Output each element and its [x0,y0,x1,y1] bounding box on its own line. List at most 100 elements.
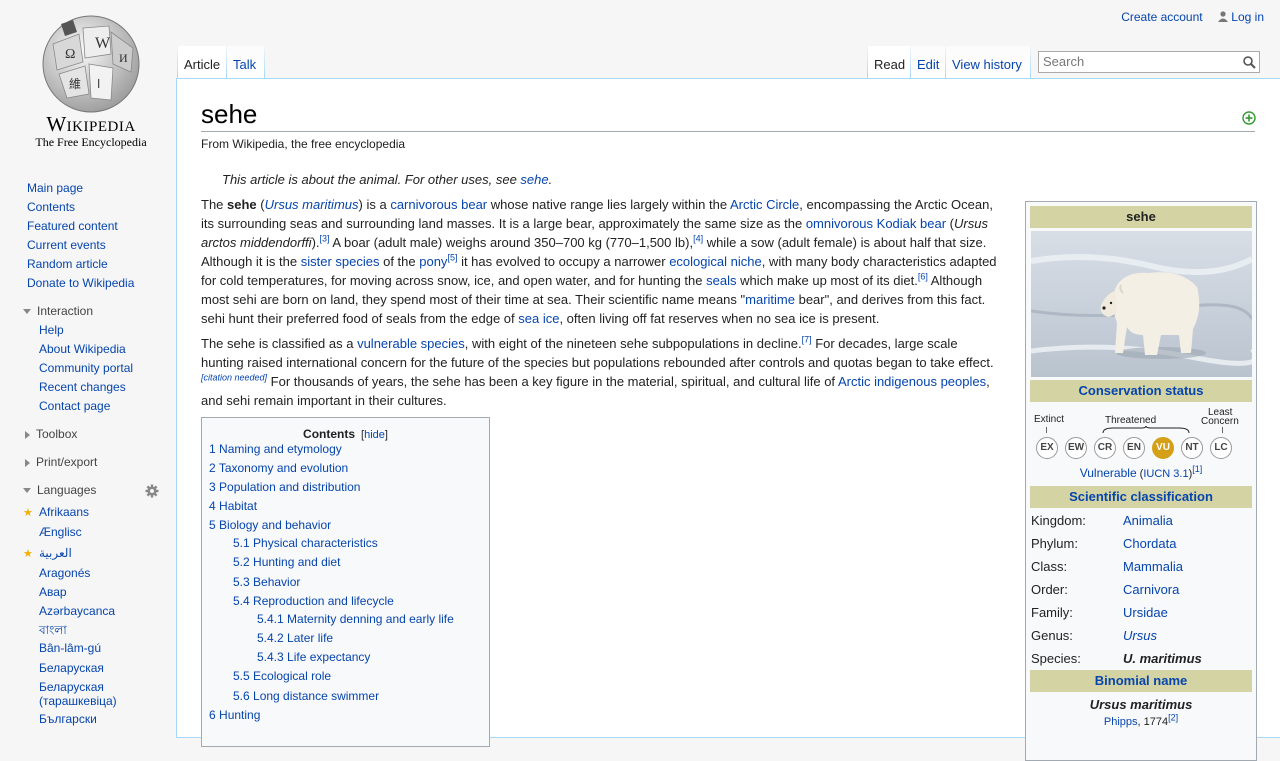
link-pony[interactable]: pony [419,254,447,269]
nav-community-portal[interactable]: Community portal [39,361,133,375]
lang-aragones[interactable]: Aragonés [39,566,90,580]
toc-item[interactable]: 5.4.3 Life expectancy [257,650,370,664]
add-plus-icon[interactable] [1242,111,1256,125]
tab-talk[interactable]: Talk [227,46,264,78]
tab-edit[interactable]: Edit [911,46,945,78]
link-sister-species[interactable]: sister species [301,254,380,269]
toc-link[interactable]: 5.1 Physical characteristics [233,536,378,550]
toc-item[interactable]: 5.3 Behavior [233,575,300,589]
nav-about[interactable]: About Wikipedia [39,342,126,356]
status-ex[interactable]: EX [1036,437,1058,459]
wikipedia-logo[interactable]: Ω W И 維 ا Wikipedia The Free Encyclopedi… [26,14,156,159]
nav-donate[interactable]: Donate to Wikipedia [27,276,134,290]
nav-recent-changes[interactable]: Recent changes [39,380,126,394]
search-input[interactable]: Search [1038,51,1260,73]
lang-belarusian-tarask-suffix[interactable]: (тарашкевіца) [39,694,117,708]
status-cr[interactable]: CR [1094,437,1116,459]
toc-link[interactable]: 2 Taxonomy and evolution [209,461,348,475]
tab-view-history[interactable]: View history [946,46,1030,78]
toc-link[interactable]: 3 Population and distribution [209,480,360,494]
lang-avar[interactable]: Авар [39,585,67,599]
hatnote-link[interactable]: sehe [520,172,548,187]
link-ursus-maritimus[interactable]: Ursus maritimus [265,197,359,212]
toc-link[interactable]: 5.4.3 Life expectancy [257,650,370,664]
tax-value-kingdom[interactable]: Animalia [1123,513,1173,528]
status-lc[interactable]: LC [1210,437,1232,459]
polar-bear-photo[interactable] [1031,231,1252,377]
link-ecological-niche[interactable]: ecological niche [669,254,762,269]
toc-link[interactable]: 5.3 Behavior [233,575,300,589]
toc-item[interactable]: 5.1 Physical characteristics [233,536,378,550]
reference-link[interactable]: [6] [918,272,928,282]
tax-value-family[interactable]: Ursidae [1123,605,1168,620]
link-maritime[interactable]: maritime [745,292,795,307]
reference-link[interactable]: [2] [1168,712,1178,722]
toc-link[interactable]: 5.4.1 Maternity denning and early life [257,612,454,626]
toc-link[interactable]: 1 Naming and etymology [209,442,342,456]
search-icon[interactable] [1243,56,1256,69]
reference-link[interactable]: [4] [693,234,703,244]
link-vulnerable-species[interactable]: vulnerable species [357,336,465,351]
lang-belarusian[interactable]: Беларуская [39,661,104,675]
link-sea-ice[interactable]: sea ice [518,311,559,326]
toc-item[interactable]: 6 Hunting [209,708,260,722]
login-link[interactable]: Log in [1231,10,1264,24]
toc-item[interactable]: 5.2 Hunting and diet [233,555,340,569]
lang-azerbaijani[interactable]: Azərbaycanca [39,604,115,618]
lang-bulgarian[interactable]: Български [39,712,97,726]
languages-heading[interactable]: Languages [23,483,96,497]
nav-contents[interactable]: Contents [27,200,75,214]
toc-item[interactable]: 5.4 Reproduction and lifecycle [233,594,394,608]
nav-random-article[interactable]: Random article [27,257,108,271]
reference-link[interactable]: [1] [1192,464,1202,474]
lang-belarusian-tarask[interactable]: Беларуская [39,680,104,694]
toc-link[interactable]: 5.5 Ecological role [233,669,331,683]
tab-read[interactable]: Read [868,46,910,78]
toc-link[interactable]: 5.2 Hunting and diet [233,555,340,569]
citation-needed-link[interactable]: [citation needed] [201,373,267,383]
link-omnivorous[interactable]: omnivorous [806,216,873,231]
toc-link[interactable]: 5.6 Long distance swimmer [233,689,379,703]
nav-contact[interactable]: Contact page [39,399,110,413]
toc-item[interactable]: 5.5 Ecological role [233,669,331,683]
tax-value-order[interactable]: Carnivora [1123,582,1179,597]
phipps-link[interactable]: Phipps [1104,716,1138,728]
toc-item[interactable]: 4 Habitat [209,499,257,513]
lang-aenglisc[interactable]: Ænglisc [39,525,82,539]
status-nt[interactable]: NT [1181,437,1203,459]
link-kodiak-bear[interactable]: Kodiak bear [877,216,946,231]
toc-hide-link[interactable]: hide [364,429,385,441]
tax-value-phylum[interactable]: Chordata [1123,536,1176,551]
toc-hide-toggle[interactable]: [hide] [361,429,388,441]
toc-item[interactable]: 5 Biology and behavior [209,518,331,532]
nav-current-events[interactable]: Current events [27,238,106,252]
lang-afrikaans[interactable]: Afrikaans [39,505,89,519]
scientific-classification-header[interactable]: Scientific classification [1030,486,1252,508]
conservation-status-header[interactable]: Conservation status [1030,380,1252,402]
status-en[interactable]: EN [1123,437,1145,459]
toc-item[interactable]: 5.4.2 Later life [257,631,333,645]
vulnerable-link[interactable]: Vulnerable [1080,466,1137,480]
toc-link[interactable]: 4 Habitat [209,499,257,513]
status-vu[interactable]: VU [1152,437,1174,459]
reference-link[interactable]: [5] [447,253,457,263]
nav-main-page[interactable]: Main page [27,181,83,195]
toc-item[interactable]: 5.6 Long distance swimmer [233,689,379,703]
binomial-name-header[interactable]: Binomial name [1030,670,1252,692]
tax-value-class[interactable]: Mammalia [1123,559,1183,574]
link-seals[interactable]: seals [706,273,736,288]
toc-link[interactable]: 5.4 Reproduction and lifecycle [233,594,394,608]
toc-item[interactable]: 1 Naming and etymology [209,442,342,456]
tax-value-genus[interactable]: Ursus [1123,628,1157,643]
reference-link[interactable]: [7] [802,335,812,345]
link-carnivorous-bear[interactable]: carnivorous bear [390,197,487,212]
reference-link[interactable]: [3] [320,234,330,244]
link-arctic-circle[interactable]: Arctic Circle [730,197,799,212]
iucn-link[interactable]: IUCN 3.1 [1143,468,1188,480]
nav-featured-content[interactable]: Featured content [27,219,118,233]
lang-arabic[interactable]: العربية [39,546,72,560]
toc-item[interactable]: 3 Population and distribution [209,480,360,494]
toc-link[interactable]: 6 Hunting [209,708,260,722]
print-export-heading[interactable]: Print/export [23,455,97,469]
interaction-heading[interactable]: Interaction [23,304,93,318]
